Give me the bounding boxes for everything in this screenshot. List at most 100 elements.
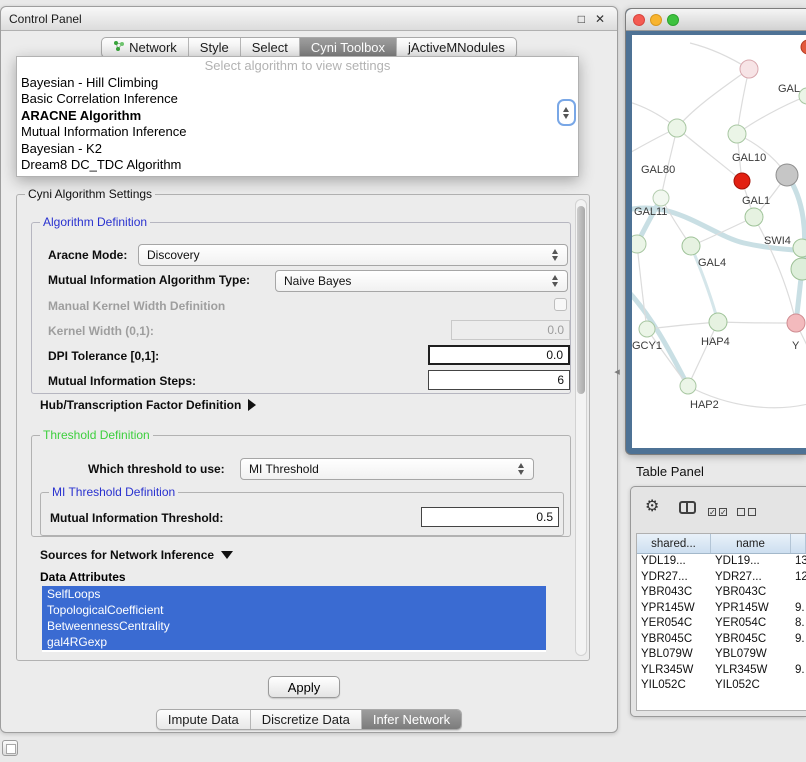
mi-algorithm-type-select[interactable]: Naive Bayes bbox=[275, 270, 568, 292]
table-row[interactable]: YER054CYER054C8. bbox=[637, 616, 806, 632]
mi-steps-field[interactable]: 6 bbox=[428, 370, 570, 390]
table-row[interactable]: YPR145WYPR145W9. bbox=[637, 601, 806, 617]
network-node[interactable] bbox=[728, 125, 746, 143]
expand-right-icon bbox=[248, 399, 256, 411]
network-node[interactable] bbox=[776, 164, 798, 186]
tab-network[interactable]: Network bbox=[102, 38, 188, 57]
settings-scrollbar-thumb[interactable] bbox=[577, 206, 585, 394]
table-cell: YBR045C bbox=[637, 632, 711, 648]
close-panel-button[interactable]: ✕ bbox=[595, 7, 605, 31]
network-graph[interactable]: GAL80GAL10GAL11GAL1SWI4GAL4GCY1HAP4YHAP2… bbox=[632, 35, 806, 448]
algorithm-menu-item-bayesian-k2[interactable]: Bayesian - K2 bbox=[17, 141, 578, 157]
dpi-tolerance-label: DPI Tolerance [0,1]: bbox=[48, 349, 159, 363]
table-row[interactable]: YBR043CYBR043C bbox=[637, 585, 806, 601]
table-cell: YIL052C bbox=[637, 678, 711, 694]
settings-scrollbar[interactable] bbox=[575, 199, 587, 656]
algorithm-menu-item-mutual-information-inference[interactable]: Mutual Information Inference bbox=[17, 124, 578, 140]
which-threshold-select[interactable]: MI Threshold bbox=[240, 458, 534, 480]
float-panel-button[interactable]: □ bbox=[578, 7, 585, 31]
tab-style[interactable]: Style bbox=[188, 38, 240, 57]
network-edges bbox=[632, 43, 806, 408]
table-cell: 9. bbox=[791, 663, 806, 679]
data-attribute-item-selfloops[interactable]: SelfLoops bbox=[42, 586, 546, 602]
table-row[interactable]: YBL079WYBL079W bbox=[637, 647, 806, 663]
sources-for-network-inference-section[interactable]: Sources for Network Inference bbox=[40, 548, 233, 562]
table-row[interactable]: YBR045CYBR045C9. bbox=[637, 632, 806, 648]
tab-infer-network[interactable]: Infer Network bbox=[361, 710, 461, 729]
network-window-titlebar[interactable] bbox=[626, 9, 806, 31]
network-node-hap4[interactable] bbox=[709, 313, 727, 331]
minimize-traffic-light[interactable] bbox=[650, 14, 662, 26]
table-column-header[interactable] bbox=[791, 534, 806, 553]
table-cell: YBL079W bbox=[711, 647, 791, 663]
data-attributes-label: Data Attributes bbox=[40, 570, 126, 584]
network-node-y[interactable] bbox=[787, 314, 805, 332]
tab-select[interactable]: Select bbox=[240, 38, 299, 57]
aracne-mode-select[interactable]: Discovery bbox=[138, 244, 568, 266]
network-node[interactable] bbox=[740, 60, 758, 78]
table-row[interactable]: YDL19...YDL19...13 bbox=[637, 554, 806, 570]
minimized-panel-icon[interactable] bbox=[2, 740, 18, 756]
sources-section-label: Sources for Network Inference bbox=[40, 548, 214, 562]
deselect-all-rows-icon[interactable] bbox=[737, 503, 759, 521]
data-attribute-item-topologicalcoefficient[interactable]: TopologicalCoefficient bbox=[42, 602, 546, 618]
network-node-gal[interactable] bbox=[799, 88, 806, 104]
mi-algorithm-type-value: Naive Bayes bbox=[284, 274, 351, 288]
mi-threshold-field[interactable]: 0.5 bbox=[421, 507, 559, 527]
network-node-gal4[interactable] bbox=[682, 237, 700, 255]
network-node-gal80[interactable] bbox=[668, 119, 686, 137]
table-body: YDL19...YDL19...13YDR27...YDR27...12YBR0… bbox=[637, 554, 806, 694]
network-node-gal11[interactable] bbox=[653, 190, 669, 206]
panel-collapse-grip[interactable]: ◂ bbox=[611, 362, 623, 382]
network-node[interactable] bbox=[801, 40, 806, 54]
apply-button[interactable]: Apply bbox=[268, 676, 340, 698]
network-node-gcy1[interactable] bbox=[639, 321, 655, 337]
close-traffic-light[interactable] bbox=[633, 14, 645, 26]
network-node-label: SWI4 bbox=[764, 235, 791, 247]
aracne-mode-label: Aracne Mode: bbox=[48, 248, 127, 262]
kernel-width-field[interactable]: 0.0 bbox=[451, 320, 570, 340]
network-node-hap2[interactable] bbox=[680, 378, 696, 394]
hub-transcription-factor-section[interactable]: Hub/Transcription Factor Definition bbox=[40, 398, 256, 412]
algorithm-menu-item-basic-correlation-inference[interactable]: Basic Correlation Inference bbox=[17, 91, 578, 107]
algorithm-combobox-stepper[interactable] bbox=[557, 99, 576, 126]
network-view-window: GAL80GAL10GAL11GAL1SWI4GAL4GCY1HAP4YHAP2… bbox=[625, 8, 806, 455]
mi-threshold-definition-group: MI Threshold Definition Mutual Informati… bbox=[40, 492, 564, 536]
network-node[interactable] bbox=[791, 258, 806, 280]
select-all-rows-icon[interactable] bbox=[708, 503, 730, 521]
network-tab-icon bbox=[113, 40, 125, 55]
zoom-traffic-light[interactable] bbox=[667, 14, 679, 26]
data-attribute-item-gal4rgexp[interactable]: gal4RGexp bbox=[42, 634, 546, 650]
column-chooser-icon[interactable] bbox=[679, 501, 696, 514]
table-row[interactable]: YLR345WYLR345W9. bbox=[637, 663, 806, 679]
control-panel-titlebar[interactable]: Control Panel □ ✕ bbox=[1, 7, 617, 31]
table-column-header[interactable]: shared... bbox=[637, 534, 711, 553]
tab-cyni-toolbox[interactable]: Cyni Toolbox bbox=[299, 38, 396, 57]
network-node[interactable] bbox=[632, 235, 646, 253]
data-attributes-list[interactable]: SelfLoopsTopologicalCoefficientBetweenne… bbox=[42, 586, 546, 652]
network-node-label: HAP4 bbox=[701, 336, 730, 348]
table-column-header[interactable]: name bbox=[711, 534, 791, 553]
table-cell: 12 bbox=[791, 570, 806, 586]
algorithm-menu-item-dream8-dc-tdc-algorithm[interactable]: Dream8 DC_TDC Algorithm bbox=[17, 157, 578, 173]
table-row[interactable]: YIL052CYIL052C bbox=[637, 678, 806, 694]
tab-impute-data[interactable]: Impute Data bbox=[157, 710, 250, 729]
which-threshold-label: Which threshold to use: bbox=[88, 462, 225, 476]
network-node-label: GAL80 bbox=[641, 164, 675, 176]
manual-kernel-width-checkbox[interactable] bbox=[554, 298, 567, 311]
tab-jactivemnodules[interactable]: jActiveMNodules bbox=[396, 38, 516, 57]
mi-steps-label: Mutual Information Steps: bbox=[48, 374, 196, 388]
network-node-swi4[interactable] bbox=[793, 239, 806, 257]
algorithm-menu-item-bayesian-hill-climbing[interactable]: Bayesian - Hill Climbing bbox=[17, 75, 578, 91]
gear-icon[interactable]: ⚙ bbox=[645, 496, 659, 516]
stepper-arrows-icon bbox=[551, 248, 560, 262]
network-node-gal1[interactable] bbox=[745, 208, 763, 226]
aracne-mode-value: Discovery bbox=[147, 248, 200, 262]
table-row[interactable]: YDR27...YDR27...12 bbox=[637, 570, 806, 586]
dpi-tolerance-field[interactable]: 0.0 bbox=[428, 345, 570, 365]
data-attribute-item-betweennesscentrality[interactable]: BetweennessCentrality bbox=[42, 618, 546, 634]
algorithm-menu-item-aracne-algorithm[interactable]: ARACNE Algorithm bbox=[17, 108, 578, 124]
network-canvas[interactable]: GAL80GAL10GAL11GAL1SWI4GAL4GCY1HAP4YHAP2… bbox=[632, 35, 806, 448]
tab-discretize-data[interactable]: Discretize Data bbox=[250, 710, 361, 729]
network-node-gal10[interactable] bbox=[734, 173, 750, 189]
